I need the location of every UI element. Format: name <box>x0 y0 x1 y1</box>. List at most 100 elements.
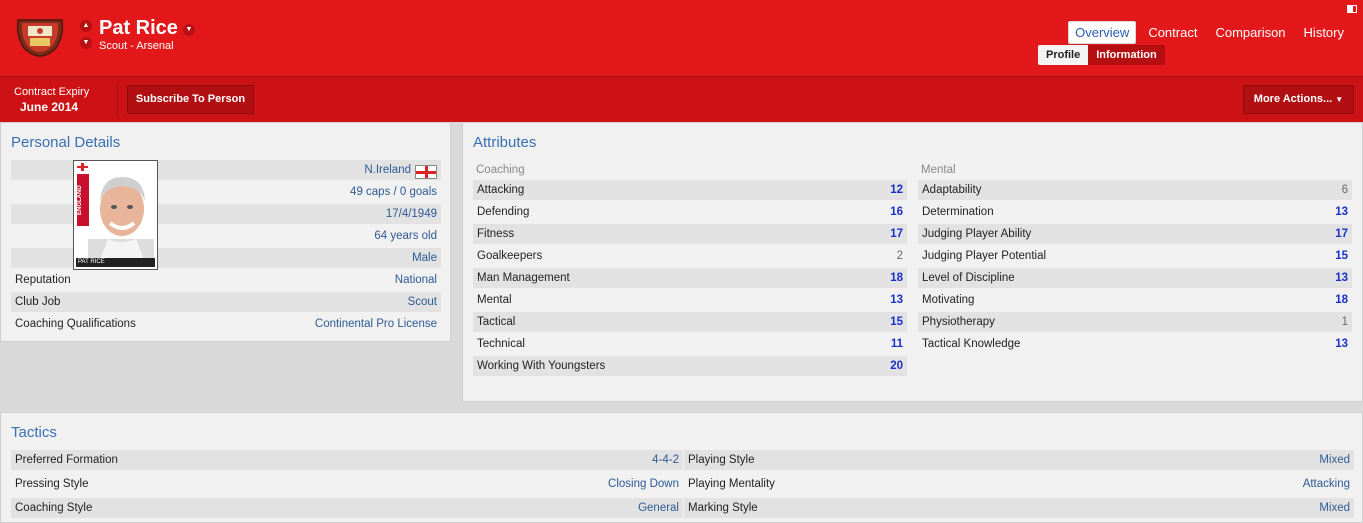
marking-style-row: Marking Style Mixed <box>684 498 1354 518</box>
defending-value: 16 <box>890 206 903 218</box>
man-management-value: 18 <box>890 272 903 284</box>
club-job-row: Club Job Scout <box>11 292 441 312</box>
preferred-formation-row: Preferred Formation 4-4-2 <box>11 450 683 470</box>
coaching-qualifications-value: Continental Pro License <box>314 318 437 330</box>
mental-value: 13 <box>890 294 903 306</box>
mental-row: Mental 13 <box>473 290 907 310</box>
level-of-discipline-label: Level of Discipline <box>922 272 1015 284</box>
previous-person-icon[interactable]: ▲ <box>80 20 92 32</box>
judging-player-ability-row: Judging Player Ability 17 <box>918 224 1352 244</box>
gender-value: Male <box>412 252 437 264</box>
motivating-value: 18 <box>1335 294 1348 306</box>
pressing-style-value: Closing Down <box>608 478 679 490</box>
man-management-row: Man Management 18 <box>473 268 907 288</box>
playing-mentality-label: Playing Mentality <box>688 478 775 490</box>
judging-player-potential-row: Judging Player Potential 15 <box>918 246 1352 266</box>
tab-contract[interactable]: Contract <box>1142 22 1203 43</box>
name-dropdown-icon[interactable]: ▼ <box>183 24 195 36</box>
contract-expiry-value: June 2014 <box>20 100 79 114</box>
technical-row: Technical 11 <box>473 334 907 354</box>
mental-label: Mental <box>477 294 512 306</box>
adaptability-label: Adaptability <box>922 184 982 196</box>
tactical-knowledge-label: Tactical Knowledge <box>922 338 1021 350</box>
subtab-profile[interactable]: Profile <box>1038 45 1089 65</box>
england-flag-icon <box>77 163 88 171</box>
technical-label: Technical <box>477 338 525 350</box>
fitness-label: Fitness <box>477 228 515 240</box>
tab-history[interactable]: History <box>1298 22 1350 43</box>
reputation-row: Reputation National <box>11 270 441 290</box>
coaching-header: Coaching <box>476 164 525 176</box>
goalkeepers-value: 2 <box>896 250 903 262</box>
goalkeepers-label: Goalkeepers <box>477 250 543 262</box>
motivating-label: Motivating <box>922 294 975 306</box>
playing-mentality-value: Attacking <box>1302 478 1350 490</box>
determination-label: Determination <box>922 206 994 218</box>
sub-tabs: Profile Information <box>1038 45 1165 65</box>
fitness-value: 17 <box>890 228 903 240</box>
adaptability-value: 6 <box>1341 184 1348 196</box>
mental-header: Mental <box>921 164 956 176</box>
portrait-nameplate: PAT RICE <box>76 258 155 267</box>
tactics-title: Tactics <box>11 424 57 441</box>
defending-label: Defending <box>477 206 530 218</box>
divider <box>117 83 118 117</box>
reputation-value: National <box>394 274 437 286</box>
person-portrait: ENGLAND PAT RICE <box>73 160 158 270</box>
pressing-style-label: Pressing Style <box>15 478 89 490</box>
level-of-discipline-value: 13 <box>1335 272 1348 284</box>
contract-expiry-label: Contract Expiry <box>14 86 90 98</box>
nationality-value[interactable]: N.Ireland <box>364 160 411 180</box>
defending-row: Defending 16 <box>473 202 907 222</box>
more-actions-button[interactable]: More Actions... ▼ <box>1243 85 1354 114</box>
preferred-formation-label: Preferred Formation <box>15 454 118 466</box>
determination-value: 13 <box>1335 206 1348 218</box>
attributes-panel: Attributes Coaching Mental Attacking 12 De… <box>462 122 1363 402</box>
adaptability-row: Adaptability 6 <box>918 180 1352 200</box>
next-person-icon[interactable]: ▼ <box>80 37 92 49</box>
fitness-row: Fitness 17 <box>473 224 907 244</box>
coaching-style-label: Coaching Style <box>15 502 93 514</box>
playing-style-label: Playing Style <box>688 454 755 466</box>
attacking-row: Attacking 12 <box>473 180 907 200</box>
more-actions-label: More Actions... <box>1253 93 1333 105</box>
person-name: Pat Rice <box>99 17 178 39</box>
face-photo <box>88 177 154 265</box>
pressing-style-row: Pressing Style Closing Down <box>11 474 683 494</box>
judging-player-potential-value: 15 <box>1335 250 1348 262</box>
playing-style-value: Mixed <box>1319 454 1350 466</box>
header-bar: ▲ ▼ Pat Rice ▼ Scout - Arsenal Overview … <box>0 0 1363 76</box>
club-job-label: Club Job <box>15 296 61 308</box>
working-with-youngsters-row: Working With Youngsters 20 <box>473 356 907 376</box>
physiotherapy-row: Physiotherapy 1 <box>918 312 1352 332</box>
judging-player-ability-value: 17 <box>1335 228 1348 240</box>
playing-mentality-row: Playing Mentality Attacking <box>684 474 1354 494</box>
empty-area <box>0 342 451 402</box>
technical-value: 11 <box>890 338 903 350</box>
man-management-label: Man Management <box>477 272 570 284</box>
coaching-qualifications-label: Coaching Qualifications <box>15 318 136 330</box>
motivating-row: Motivating 18 <box>918 290 1352 310</box>
tactical-knowledge-row: Tactical Knowledge 13 <box>918 334 1352 354</box>
marking-style-label: Marking Style <box>688 502 758 514</box>
working-with-youngsters-label: Working With Youngsters <box>477 360 606 372</box>
tactical-label: Tactical <box>477 316 516 328</box>
chevron-down-icon: ▼ <box>1335 95 1344 104</box>
marking-style-value: Mixed <box>1319 502 1350 514</box>
person-nav-arrows: ▲ ▼ <box>80 20 94 54</box>
arsenal-crest-icon <box>16 19 64 57</box>
determination-row: Determination 13 <box>918 202 1352 222</box>
tab-comparison[interactable]: Comparison <box>1209 22 1291 43</box>
attacking-label: Attacking <box>477 184 525 196</box>
personal-details-panel: Personal Details N.Ireland 49 caps / 0 g… <box>0 122 451 342</box>
judging-player-potential-label: Judging Player Potential <box>922 250 1047 262</box>
level-of-discipline-row: Level of Discipline 13 <box>918 268 1352 288</box>
personal-details-title: Personal Details <box>11 134 121 151</box>
person-role[interactable]: Scout - Arsenal <box>99 40 174 52</box>
subtab-information[interactable]: Information <box>1088 45 1165 65</box>
action-bar: Contract Expiry June 2014 Subscribe To P… <box>0 76 1363 122</box>
main-tabs: Overview Contract Comparison History <box>1068 21 1350 44</box>
subscribe-button[interactable]: Subscribe To Person <box>127 85 254 114</box>
tab-overview[interactable]: Overview <box>1068 21 1137 44</box>
physiotherapy-label: Physiotherapy <box>922 316 995 328</box>
